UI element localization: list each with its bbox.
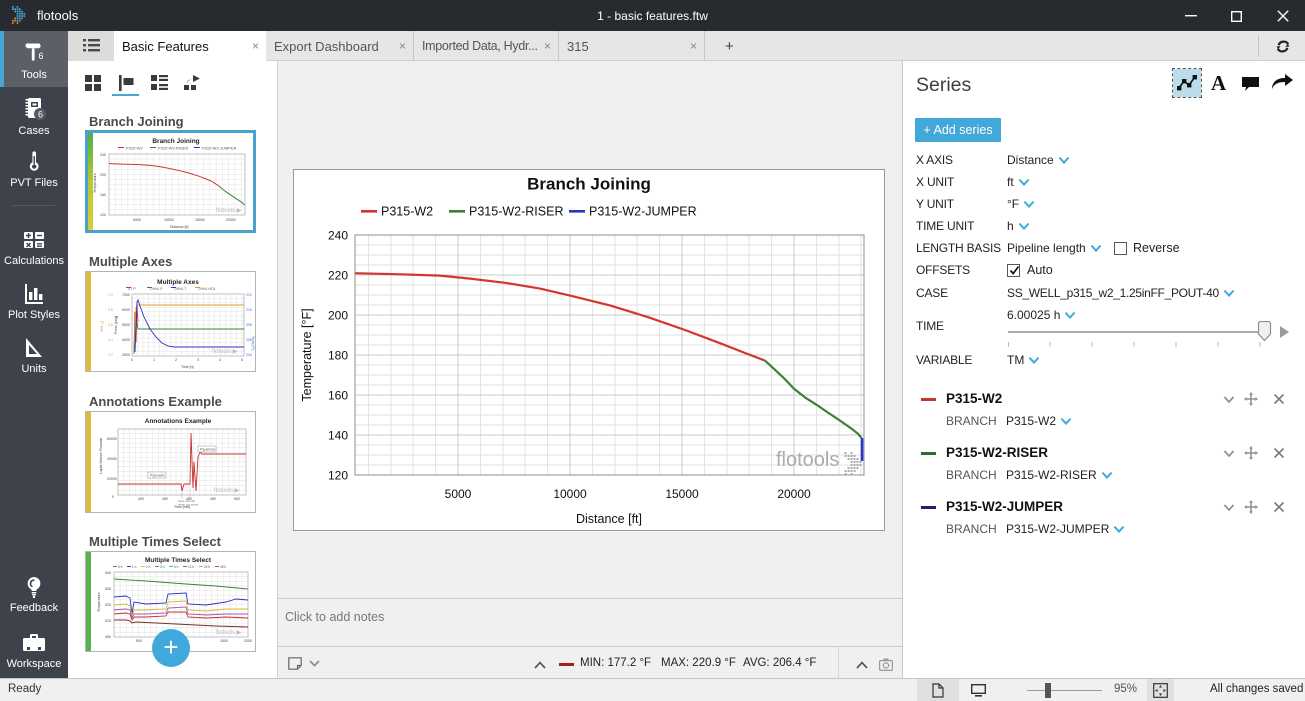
svg-text:4: 4 [219, 358, 221, 362]
svg-text:OVHL HOL: OVHL HOL [198, 287, 216, 291]
svg-text:0: 0 [112, 495, 114, 499]
svg-text:2 h: 2 h [146, 565, 151, 569]
svg-text:48 h: 48 h [220, 565, 226, 569]
svg-text:20000: 20000 [226, 218, 236, 222]
svg-text:Temperature [°F]: Temperature [°F] [300, 308, 314, 401]
svg-text:20000: 20000 [777, 487, 811, 501]
svg-text:P315-W2-JUMPER: P315-W2-JUMPER [202, 146, 237, 151]
svg-text:flotools ▶: flotools ▶ [216, 630, 242, 636]
svg-text:60000: 60000 [107, 437, 117, 441]
svg-text:Distance [ft]: Distance [ft] [576, 512, 642, 526]
svg-text:180: 180 [328, 349, 348, 363]
svg-text:10000: 10000 [553, 487, 587, 501]
svg-text:flotools: flotools [776, 449, 839, 471]
svg-text:Pig leaves: Pig leaves [150, 474, 165, 478]
svg-text:Branch Joining: Branch Joining [152, 138, 199, 145]
svg-text:P315-W2-JUMPER: P315-W2-JUMPER [589, 205, 697, 219]
svg-text:15000: 15000 [195, 218, 205, 222]
svg-text:5000: 5000 [133, 218, 141, 222]
svg-text:flotools ▶: flotools ▶ [212, 349, 238, 355]
svg-text:Multiple Times Select: Multiple Times Select [145, 557, 212, 564]
svg-text:24 h: 24 h [204, 565, 210, 569]
svg-text:120: 120 [328, 469, 348, 483]
svg-text:P315-W2-RISER: P315-W2-RISER [469, 205, 563, 219]
svg-text:240: 240 [100, 153, 106, 157]
svg-text:400: 400 [138, 497, 144, 501]
svg-text:0.8: 0.8 [108, 308, 113, 312]
svg-text:2000: 2000 [244, 639, 252, 643]
svg-text:10000: 10000 [164, 218, 174, 222]
svg-text:530: 530 [105, 587, 111, 591]
svg-text:Pig arrives: Pig arrives [200, 448, 215, 452]
svg-text:5000: 5000 [445, 487, 472, 501]
svg-text:0.6: 0.6 [108, 323, 113, 327]
svg-text:Liquid Volume Flowrate: Liquid Volume Flowrate [99, 438, 103, 474]
svg-text:flotools ▶: flotools ▶ [214, 488, 240, 494]
svg-text:1.0: 1.0 [108, 293, 113, 297]
svg-text:P315-W2: P315-W2 [126, 146, 143, 151]
svg-text:3 h: 3 h [160, 565, 165, 569]
svg-text:Branch Joining: Branch Joining [527, 175, 651, 194]
svg-text:1: 1 [153, 358, 155, 362]
svg-text:when pig starts: when pig starts [178, 503, 199, 507]
svg-text:flotools ▶: flotools ▶ [216, 208, 242, 214]
svg-text:510: 510 [105, 619, 111, 623]
svg-text:1 h: 1 h [132, 565, 137, 569]
svg-text:208: 208 [246, 323, 252, 327]
svg-text:7000: 7000 [122, 293, 130, 297]
svg-text:6: 6 [39, 51, 44, 61]
svg-text:Temperature: Temperature [93, 173, 97, 193]
svg-text:Distance [ft]: Distance [ft] [170, 225, 189, 229]
svg-text:0: 0 [131, 358, 133, 362]
svg-text:212: 212 [246, 293, 252, 297]
svg-text:540: 540 [105, 571, 111, 575]
svg-text:200: 200 [100, 173, 106, 177]
svg-text:6 h: 6 h [174, 565, 179, 569]
svg-text:160: 160 [328, 389, 348, 403]
svg-text:15000: 15000 [665, 487, 699, 501]
svg-text:20000: 20000 [107, 477, 117, 481]
svg-text:5000: 5000 [122, 323, 130, 327]
svg-text:P315-W2: P315-W2 [381, 205, 433, 219]
svg-text:0.4: 0.4 [108, 338, 113, 342]
svg-text:490: 490 [210, 497, 216, 501]
svg-text:3: 3 [197, 358, 199, 362]
svg-text:40000: 40000 [107, 457, 117, 461]
svg-text:Time [h]: Time [h] [181, 365, 194, 369]
svg-text:0.2: 0.2 [108, 353, 113, 357]
svg-text:490: 490 [105, 635, 111, 639]
svg-text:5: 5 [241, 358, 243, 362]
svg-text:0 h: 0 h [118, 565, 123, 569]
svg-text:Multiple Axes: Multiple Axes [157, 279, 199, 286]
svg-text:240: 240 [328, 229, 348, 243]
svg-text:500: 500 [136, 639, 142, 643]
svg-text:200: 200 [328, 309, 348, 323]
svg-text:6000: 6000 [122, 308, 130, 312]
svg-text:Temp [F]: Temp [F] [251, 336, 255, 350]
svg-text:Temperature: Temperature [97, 592, 101, 612]
svg-text:Annotations Example: Annotations Example [145, 418, 212, 425]
svg-text:3000: 3000 [122, 353, 130, 357]
svg-text:4000: 4000 [122, 338, 130, 342]
svg-text:140: 140 [328, 429, 348, 443]
svg-text:P315-W2-RISER: P315-W2-RISER [158, 146, 188, 151]
svg-text:204: 204 [246, 353, 252, 357]
svg-text:160: 160 [100, 193, 106, 197]
svg-text:2: 2 [175, 358, 177, 362]
svg-text:210: 210 [246, 308, 252, 312]
svg-text:220: 220 [328, 269, 348, 283]
svg-text:450: 450 [162, 497, 168, 501]
svg-text:6: 6 [38, 110, 43, 120]
svg-text:1500: 1500 [220, 639, 228, 643]
svg-text:500: 500 [234, 497, 240, 501]
svg-text:12 h: 12 h [188, 565, 194, 569]
svg-text:HOL [-]: HOL [-] [100, 321, 104, 332]
svg-text:520: 520 [105, 603, 111, 607]
svg-text:Press [psig]: Press [psig] [114, 316, 118, 334]
svg-text:OVHL P: OVHL P [150, 287, 163, 291]
svg-text:120: 120 [100, 213, 106, 217]
